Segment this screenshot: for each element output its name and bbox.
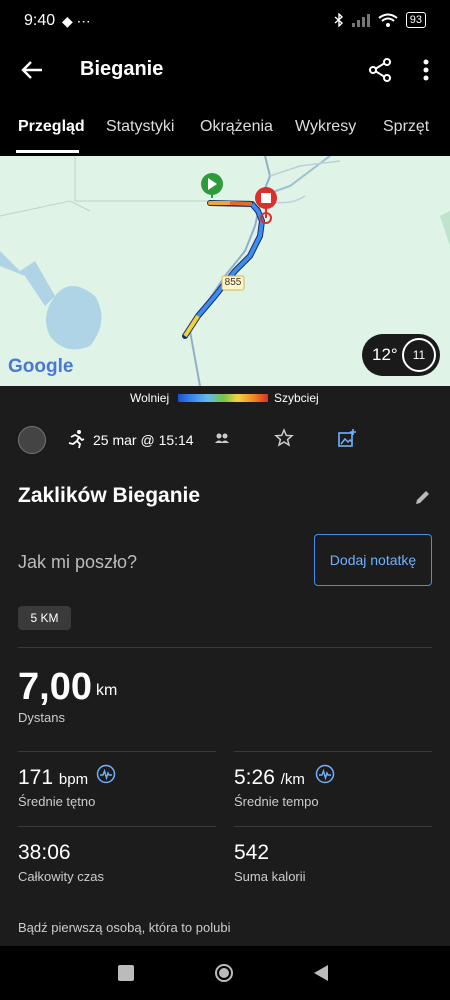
tab-statystyki[interactable]: Statystyki (106, 118, 174, 136)
road-number-label: 855 (224, 277, 242, 288)
pace-legend: Wolniej Szybciej (0, 386, 450, 410)
divider (18, 826, 216, 827)
more-options-icon[interactable] (414, 56, 438, 84)
legend-slow-label: Wolniej (130, 391, 170, 405)
activity-title: Zaklików Bieganie (18, 484, 201, 507)
edit-pencil-icon[interactable] (414, 488, 432, 506)
pace-gradient-bar (178, 394, 268, 402)
heart-rate-chart-icon[interactable] (96, 764, 116, 784)
add-photo-icon[interactable] (337, 428, 357, 448)
avg-pace-value: 5:26 /km (234, 766, 305, 789)
tab-sprzet[interactable]: Sprzęt (383, 118, 429, 136)
status-time: 9:40 (24, 12, 56, 29)
back-button[interactable] (312, 963, 330, 983)
divider (18, 647, 432, 648)
back-arrow-icon[interactable] (18, 56, 46, 84)
activity-overview: 25 mar @ 15:14 Zaklików Bieganie Jak mi … (0, 410, 450, 946)
distance-unit: km (96, 682, 118, 699)
distance-label: Dystans (18, 710, 65, 725)
avg-heart-rate-value: 171 bpm (18, 766, 89, 789)
weather-badge[interactable]: 12° 11 (362, 334, 440, 376)
people-icon[interactable] (213, 430, 231, 448)
avatar[interactable] (18, 426, 46, 454)
temperature: 12° (372, 345, 398, 364)
system-nav-bar (0, 946, 450, 1000)
activity-date: 25 mar @ 15:14 (93, 432, 194, 448)
first-like-prompt[interactable]: Bądź pierwszą osobą, która to polubi (18, 920, 230, 935)
home-button[interactable] (214, 963, 234, 983)
wind-indicator: 11 (402, 338, 436, 372)
tab-okrazenia[interactable]: Okrążenia (200, 118, 273, 136)
star-icon[interactable] (274, 428, 294, 448)
divider (234, 751, 432, 752)
app-bar: Bieganie (0, 42, 450, 98)
distance-value: 7,00 (18, 666, 92, 708)
total-time-label: Całkowity czas (18, 869, 104, 884)
start-marker-icon (201, 173, 223, 198)
bluetooth-icon (334, 13, 343, 27)
active-tab-indicator (16, 150, 79, 153)
signal-icon (351, 14, 370, 27)
divider (18, 751, 216, 752)
activity-actions: 25 mar @ 15:14 (0, 426, 450, 460)
add-note-button[interactable]: Dodaj notatkę (314, 534, 432, 586)
total-time-value: 38:06 (18, 841, 71, 864)
route-map[interactable]: 855 Google 12° 11 (0, 156, 450, 386)
how-did-it-go-prompt: Jak mi poszło? (18, 552, 138, 572)
tab-bar: Przegląd Statystyki Okrążenia Wykresy Sp… (0, 100, 450, 156)
status-bar: 9:40 ◆ ⋯ 93 (0, 0, 450, 42)
calories-value: 542 (234, 841, 270, 864)
pace-chart-icon[interactable] (315, 764, 335, 784)
running-icon (68, 430, 85, 449)
distance-chip: 5 KM (18, 606, 71, 630)
recents-button[interactable] (118, 965, 134, 981)
legend-fast-label: Szybciej (274, 391, 319, 405)
wifi-icon (378, 13, 398, 27)
google-logo: Google (8, 356, 74, 377)
divider (234, 826, 432, 827)
share-icon[interactable] (366, 56, 394, 84)
calories-label: Suma kalorii (234, 869, 306, 884)
battery-indicator: 93 (405, 12, 426, 28)
avg-pace-label: Średnie tempo (234, 794, 319, 809)
tab-wykresy[interactable]: Wykresy (295, 118, 356, 136)
notification-icons: ◆ ⋯ (62, 13, 91, 29)
status-right: 93 (334, 12, 426, 28)
avg-heart-rate-label: Średnie tętno (18, 794, 96, 809)
page-title: Bieganie (80, 58, 164, 80)
tab-przeglad[interactable]: Przegląd (18, 118, 85, 136)
